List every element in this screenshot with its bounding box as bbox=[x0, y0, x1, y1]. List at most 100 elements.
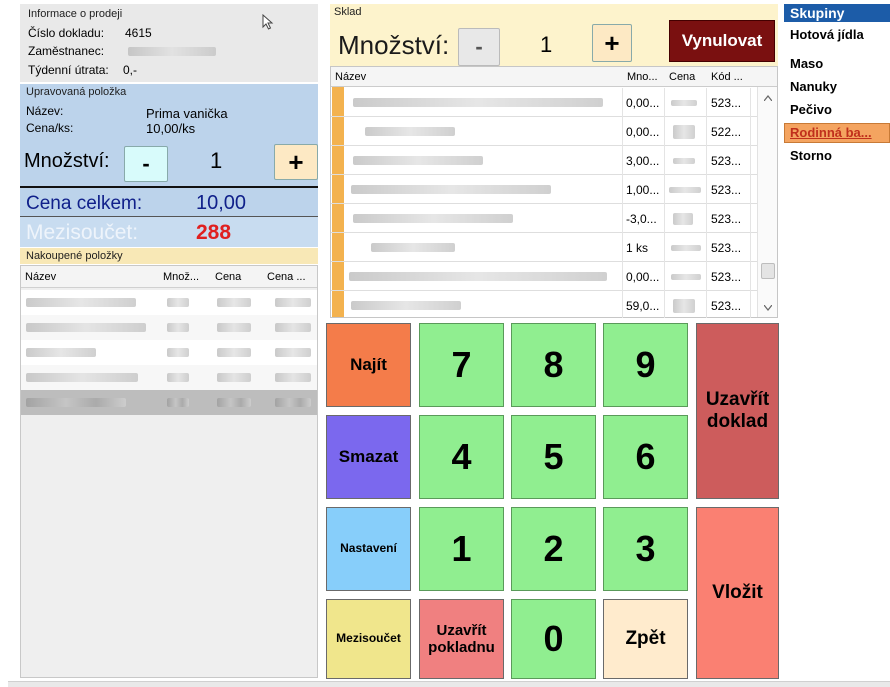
insert-button[interactable]: Vložit bbox=[696, 507, 779, 679]
digit-2-button[interactable]: 2 bbox=[511, 507, 596, 591]
column-header[interactable]: Název bbox=[335, 71, 366, 83]
table-cell: 523... bbox=[707, 204, 751, 233]
table-cell: 1 ks bbox=[623, 233, 665, 262]
groups-header: Skupiny bbox=[790, 5, 845, 21]
redacted-text bbox=[167, 398, 189, 407]
redacted-text bbox=[671, 244, 701, 251]
table-cell: 59,0... bbox=[623, 291, 665, 320]
digit-0-button[interactable]: 0 bbox=[511, 599, 596, 679]
bought-grid-header: Název Množ... Cena Cena ... bbox=[21, 266, 317, 288]
column-header[interactable]: Množ... bbox=[163, 271, 199, 283]
table-row[interactable] bbox=[21, 290, 317, 315]
back-button[interactable]: Zpět bbox=[603, 599, 688, 679]
stock-quantity-value: 1 bbox=[540, 32, 553, 57]
redacted-text bbox=[671, 99, 697, 106]
table-row[interactable]: -3,0... 523... bbox=[331, 204, 757, 233]
subtotal-label: Mezisoučet: bbox=[26, 221, 139, 244]
table-cell bbox=[665, 204, 707, 233]
settings-button[interactable]: Nastavení bbox=[326, 507, 411, 591]
close-register-button[interactable]: Uzavřít pokladnu bbox=[419, 599, 504, 679]
column-header[interactable]: Cena ... bbox=[267, 271, 306, 283]
quantity-minus-button[interactable]: - bbox=[124, 146, 168, 182]
vertical-scrollbar[interactable] bbox=[757, 87, 777, 317]
table-cell bbox=[345, 146, 623, 175]
stock-header: Sklad bbox=[334, 6, 362, 18]
subtotal-value: 288 bbox=[196, 221, 232, 244]
table-cell bbox=[665, 88, 707, 117]
group-item[interactable]: Nanuky bbox=[790, 79, 837, 94]
redacted-text bbox=[167, 373, 189, 382]
column-header[interactable]: Název bbox=[25, 271, 56, 283]
table-row[interactable]: 0,00... 523... bbox=[331, 88, 757, 117]
sale-info-header: Informace o prodeji bbox=[28, 8, 123, 20]
table-row[interactable]: 59,0... 523... bbox=[331, 291, 757, 320]
digit-3-button[interactable]: 3 bbox=[603, 507, 688, 591]
redacted-text bbox=[275, 348, 311, 357]
redacted-text bbox=[26, 373, 138, 382]
table-row-selected[interactable] bbox=[21, 390, 317, 415]
group-item[interactable]: Hotová jídla bbox=[790, 27, 864, 42]
redacted-text bbox=[349, 272, 607, 281]
digit-1-button[interactable]: 1 bbox=[419, 507, 504, 591]
column-header[interactable]: Mno... bbox=[627, 71, 658, 83]
redacted-text bbox=[351, 301, 461, 310]
table-row[interactable] bbox=[21, 315, 317, 340]
digit-8-button[interactable]: 8 bbox=[511, 323, 596, 407]
redacted-text bbox=[371, 243, 455, 252]
redacted-text bbox=[26, 298, 136, 307]
table-cell bbox=[665, 175, 707, 204]
digit-9-button[interactable]: 9 bbox=[603, 323, 688, 407]
table-row[interactable]: 0,00... 522... bbox=[331, 117, 757, 146]
bought-items-header: Nakoupené položky bbox=[26, 250, 123, 262]
group-item[interactable]: Pečivo bbox=[790, 102, 832, 117]
column-header[interactable]: Cena bbox=[215, 271, 241, 283]
doc-number-label: Číslo dokladu: bbox=[28, 26, 105, 40]
close-document-button[interactable]: Uzavřít doklad bbox=[696, 323, 779, 499]
column-header[interactable]: Cena bbox=[669, 71, 695, 83]
pos-window: Informace o prodeji Číslo dokladu: 4615 … bbox=[0, 0, 890, 687]
bought-items-header-strip: Nakoupené položky bbox=[20, 248, 318, 264]
table-cell bbox=[345, 204, 623, 233]
stock-quantity-plus-button[interactable]: + bbox=[592, 24, 632, 62]
table-cell bbox=[665, 233, 707, 262]
quantity-label: Množství: bbox=[24, 150, 110, 172]
total-price-label: Cena celkem: bbox=[26, 193, 143, 214]
group-item[interactable]: Maso bbox=[790, 56, 823, 71]
table-cell: 523... bbox=[707, 146, 751, 175]
find-button[interactable]: Najít bbox=[326, 323, 411, 407]
digit-7-button[interactable]: 7 bbox=[419, 323, 504, 407]
scroll-thumb[interactable] bbox=[761, 263, 775, 279]
table-cell bbox=[345, 233, 623, 262]
digit-5-button[interactable]: 5 bbox=[511, 415, 596, 499]
weekly-spend-value: 0,- bbox=[123, 63, 138, 77]
redacted-text bbox=[669, 186, 701, 193]
redacted-text bbox=[275, 373, 311, 382]
digit-6-button[interactable]: 6 bbox=[603, 415, 688, 499]
reset-button[interactable]: Vynulovat bbox=[669, 20, 775, 62]
table-row[interactable] bbox=[21, 365, 317, 390]
scroll-down-icon[interactable] bbox=[764, 305, 772, 311]
stock-quantity-minus-button[interactable]: - bbox=[458, 28, 500, 66]
group-item[interactable]: Storno bbox=[790, 148, 832, 163]
table-row[interactable]: 1,00... 523... bbox=[331, 175, 757, 204]
column-header[interactable]: Kód ... bbox=[711, 71, 743, 83]
scroll-up-icon[interactable] bbox=[764, 95, 772, 101]
table-row[interactable]: 3,00... 523... bbox=[331, 146, 757, 175]
table-row[interactable]: 1 ks 523... bbox=[331, 233, 757, 262]
table-cell: 523... bbox=[707, 175, 751, 204]
table-row[interactable] bbox=[21, 340, 317, 365]
divider bbox=[20, 186, 318, 188]
redacted-text bbox=[275, 398, 311, 407]
table-row[interactable]: 0,00... 523... bbox=[331, 262, 757, 291]
group-item-selected[interactable]: Rodinná ba... bbox=[784, 123, 890, 143]
sale-info-panel: Informace o prodeji Číslo dokladu: 4615 … bbox=[20, 4, 318, 82]
quantity-plus-button[interactable]: + bbox=[274, 144, 318, 180]
stock-grid: Název Mno... Cena Kód ... 0,00... 523...… bbox=[330, 66, 778, 320]
employee-value-redacted bbox=[128, 47, 216, 56]
weekly-spend-label: Týdenní útrata: bbox=[28, 63, 109, 77]
digit-4-button[interactable]: 4 bbox=[419, 415, 504, 499]
horizontal-scrollbar[interactable] bbox=[8, 681, 890, 687]
redacted-text bbox=[351, 185, 551, 194]
subtotal-button[interactable]: Mezisoučet bbox=[326, 599, 411, 679]
delete-button[interactable]: Smazat bbox=[326, 415, 411, 499]
